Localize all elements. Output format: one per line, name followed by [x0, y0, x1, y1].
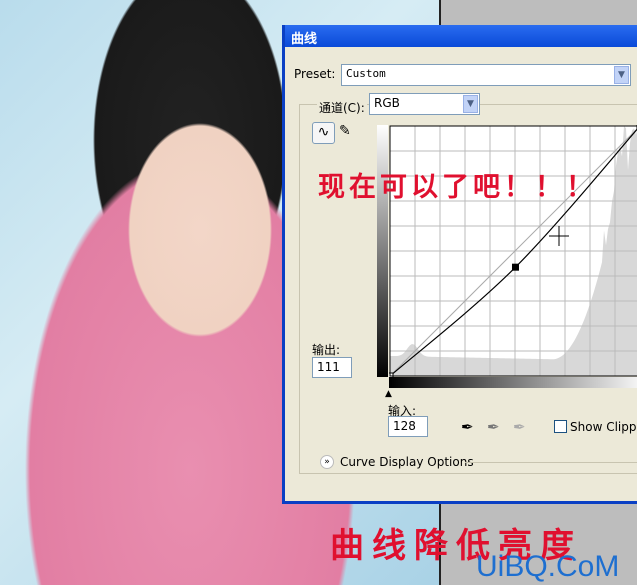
curves-dialog: 曲线 Preset: Custom ▼ 通道(C): RGB ▼ ∿ ✎ 输出:… — [282, 25, 637, 504]
input-gradient-bar — [389, 377, 637, 388]
show-clipping-label: Show Clipping — [570, 420, 637, 434]
divider — [465, 462, 637, 463]
curve-tool-button[interactable]: ∿ — [312, 122, 335, 144]
curve-graph[interactable] — [389, 125, 637, 377]
curve-display-options-label[interactable]: Curve Display Options — [340, 455, 474, 469]
output-label: 输出: — [312, 341, 340, 358]
curve-point[interactable] — [512, 264, 518, 270]
watermark: UiBQ.CoM — [476, 550, 619, 584]
gray-eyedropper-icon[interactable]: ✒ — [487, 418, 500, 436]
channel-label: 通道(C): — [317, 99, 367, 116]
output-field[interactable]: 111 — [312, 357, 352, 378]
preset-value: Custom — [346, 67, 386, 80]
chevron-down-icon[interactable]: ▼ — [614, 66, 629, 84]
chevron-down-icon[interactable]: ▼ — [463, 95, 478, 113]
curve-icon: ∿ — [318, 124, 330, 140]
expand-options-icon[interactable]: » — [320, 455, 334, 469]
black-point-slider[interactable]: ▲ — [385, 389, 392, 399]
input-field[interactable]: 128 — [388, 416, 428, 437]
caption-top: 现在可以了吧！！！ — [318, 165, 597, 204]
dialog-title[interactable]: 曲线 — [285, 25, 637, 47]
output-gradient-bar — [377, 125, 388, 377]
show-clipping-checkbox[interactable] — [554, 420, 567, 433]
white-eyedropper-icon[interactable]: ✒ — [513, 418, 526, 436]
preset-label: Preset: — [294, 67, 335, 81]
preset-select[interactable]: Custom — [341, 64, 631, 86]
pencil-icon[interactable]: ✎ — [339, 123, 351, 139]
black-eyedropper-icon[interactable]: ✒ — [461, 418, 474, 436]
channel-value: RGB — [374, 96, 400, 110]
